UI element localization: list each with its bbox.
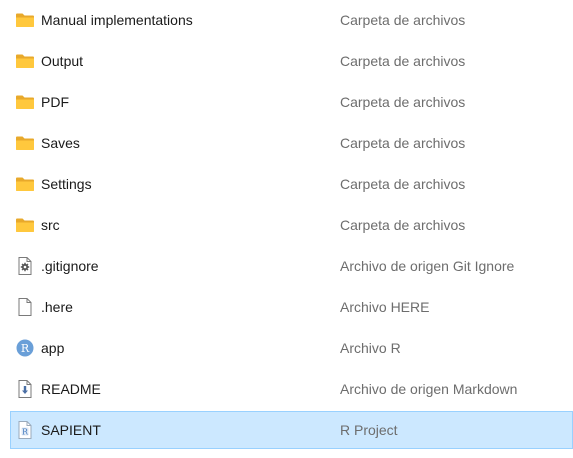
file-type: Carpeta de archivos — [340, 94, 466, 110]
folder-icon — [15, 92, 35, 112]
file-type: Archivo HERE — [340, 299, 430, 315]
folder-icon — [15, 51, 35, 71]
file-type: R Project — [340, 422, 398, 438]
blank-file-icon — [15, 297, 35, 317]
svg-text:R: R — [22, 428, 29, 437]
file-name: app — [41, 340, 65, 356]
file-row-output[interactable]: Output Carpeta de archivos — [0, 42, 573, 80]
svg-text:R: R — [21, 342, 30, 355]
file-row-saves[interactable]: Saves Carpeta de archivos — [0, 124, 573, 162]
file-row-here[interactable]: .here Archivo HERE — [0, 288, 573, 326]
file-name: Settings — [41, 176, 92, 192]
file-row-settings[interactable]: Settings Carpeta de archivos — [0, 165, 573, 203]
file-type: Carpeta de archivos — [340, 135, 466, 151]
file-row-manual-implementations[interactable]: Manual implementations Carpeta de archiv… — [0, 1, 573, 39]
file-name: .gitignore — [41, 258, 99, 274]
settings-file-icon — [15, 256, 35, 276]
folder-icon — [15, 10, 35, 30]
folder-icon — [15, 215, 35, 235]
file-list: Manual implementations Carpeta de archiv… — [0, 0, 573, 458]
file-name: Output — [41, 53, 84, 69]
file-row-src[interactable]: src Carpeta de archivos — [0, 206, 573, 244]
file-type: Carpeta de archivos — [340, 176, 466, 192]
file-name: src — [41, 217, 60, 233]
file-type: Archivo de origen Git Ignore — [340, 258, 515, 274]
file-name: PDF — [41, 94, 69, 110]
file-type: Carpeta de archivos — [340, 12, 466, 28]
file-name: README — [41, 381, 101, 397]
file-type: Carpeta de archivos — [340, 53, 466, 69]
folder-icon — [15, 174, 35, 194]
folder-icon — [15, 133, 35, 153]
file-row-sapient[interactable]: R SAPIENT R Project — [0, 411, 573, 449]
markdown-file-icon — [15, 379, 35, 399]
file-name: Manual implementations — [41, 12, 193, 28]
file-type: Archivo R — [340, 340, 401, 356]
file-row-readme[interactable]: README Archivo de origen Markdown — [0, 370, 573, 408]
file-row-gitignore[interactable]: .gitignore Archivo de origen Git Ignore — [0, 247, 573, 285]
r-file-icon: R — [15, 338, 35, 358]
file-type: Archivo de origen Markdown — [340, 381, 518, 397]
file-name: Saves — [41, 135, 80, 151]
file-name: SAPIENT — [41, 422, 101, 438]
file-row-pdf[interactable]: PDF Carpeta de archivos — [0, 83, 573, 121]
r-project-icon: R — [15, 420, 35, 440]
file-type: Carpeta de archivos — [340, 217, 466, 233]
file-row-app[interactable]: R app Archivo R — [0, 329, 573, 367]
file-name: .here — [41, 299, 73, 315]
